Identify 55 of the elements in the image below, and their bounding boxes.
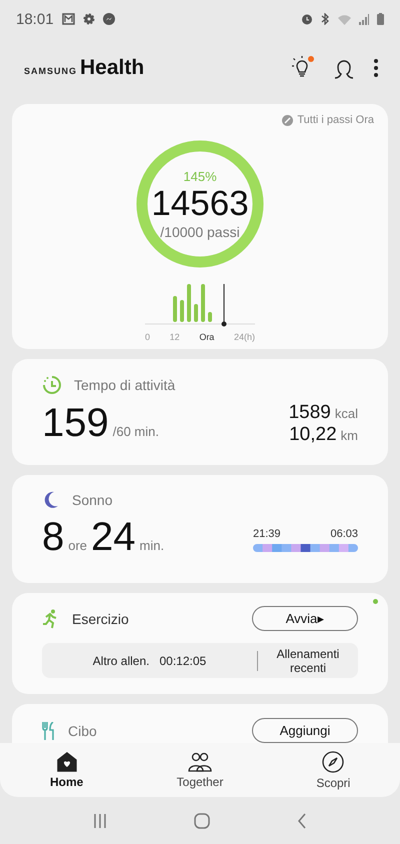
activity-card[interactable]: Tempo di attività 159/60 min. 1589 kcal 10,22 km xyxy=(12,359,388,465)
nav-tab[interactable]: Home xyxy=(0,743,134,797)
compass-icon xyxy=(322,750,344,772)
samsung-health-logo: SAMSUNG Health xyxy=(24,56,144,80)
signal-icon xyxy=(359,14,369,24)
steps-card[interactable]: Tutti i passi Ora 145% 14563 /10000 passi 0 12 Ora 24(h) xyxy=(12,104,388,349)
mail-icon xyxy=(62,13,75,25)
nav-tab[interactable]: Scopri xyxy=(266,743,400,797)
minutes-unit: min. xyxy=(140,538,164,553)
recent-apps-icon[interactable] xyxy=(93,814,108,828)
wifi-icon xyxy=(338,14,351,24)
exercise-card[interactable]: Esercizio Avvia▸ Altro allen. 00:12:05 Allenamenti recenti xyxy=(12,593,388,694)
alarm-icon xyxy=(301,13,313,25)
recent-workouts-button[interactable]: Allenamenti recenti xyxy=(258,646,358,674)
home-icon xyxy=(56,752,78,772)
sleep-card[interactable]: Sonno 8 ore 24 min. 21:39 06:03 xyxy=(12,475,388,583)
add-button[interactable]: Aggiungi xyxy=(252,718,358,743)
last-workout-button[interactable]: Altro allen. 00:12:05 xyxy=(42,652,257,668)
sleep-hours: 8 xyxy=(42,515,64,560)
gear-icon xyxy=(82,13,95,25)
exercise-title: Esercizio xyxy=(72,610,129,626)
battery-icon xyxy=(377,13,384,25)
axis-label: 0 xyxy=(145,332,150,342)
food-card[interactable]: Cibo Aggiungi xyxy=(12,704,388,743)
goal-percent: 145% xyxy=(183,168,217,184)
distance-value: 10,22 xyxy=(289,424,337,446)
sleep-end: 06:03 xyxy=(330,528,358,540)
fork-knife-icon xyxy=(42,722,56,740)
activity-title: Tempo di attività xyxy=(74,377,176,393)
sleep-start: 21:39 xyxy=(253,528,281,540)
step-count: 14563 xyxy=(151,184,249,224)
bluetooth-icon xyxy=(321,13,330,25)
timer-icon xyxy=(42,375,62,395)
home-button-icon[interactable] xyxy=(194,812,210,828)
status-time: 18:01 xyxy=(16,10,54,28)
active-minutes: 159 xyxy=(42,401,109,446)
axis-label: 12 xyxy=(170,332,180,342)
distance-unit: km xyxy=(340,428,358,443)
sleep-minutes: 24 xyxy=(91,515,136,560)
hours-unit: ore xyxy=(68,538,88,553)
axis-label: Ora xyxy=(199,332,214,342)
moon-icon xyxy=(42,491,60,509)
start-button[interactable]: Avvia▸ xyxy=(252,606,358,631)
more-icon[interactable] xyxy=(374,59,378,77)
active-goal: /60 min. xyxy=(112,424,159,439)
step-goal: /10000 passi xyxy=(160,224,240,240)
axis-label: 24(h) xyxy=(234,332,255,342)
messenger-icon xyxy=(102,13,115,25)
back-icon[interactable] xyxy=(296,812,307,828)
calories-unit: kcal xyxy=(334,406,358,421)
people-icon xyxy=(188,752,212,772)
calories-value: 1589 xyxy=(288,402,331,424)
sleep-title: Sonno xyxy=(72,492,112,508)
food-title: Cibo xyxy=(68,722,97,738)
nav-tab[interactable]: Together xyxy=(133,743,267,797)
